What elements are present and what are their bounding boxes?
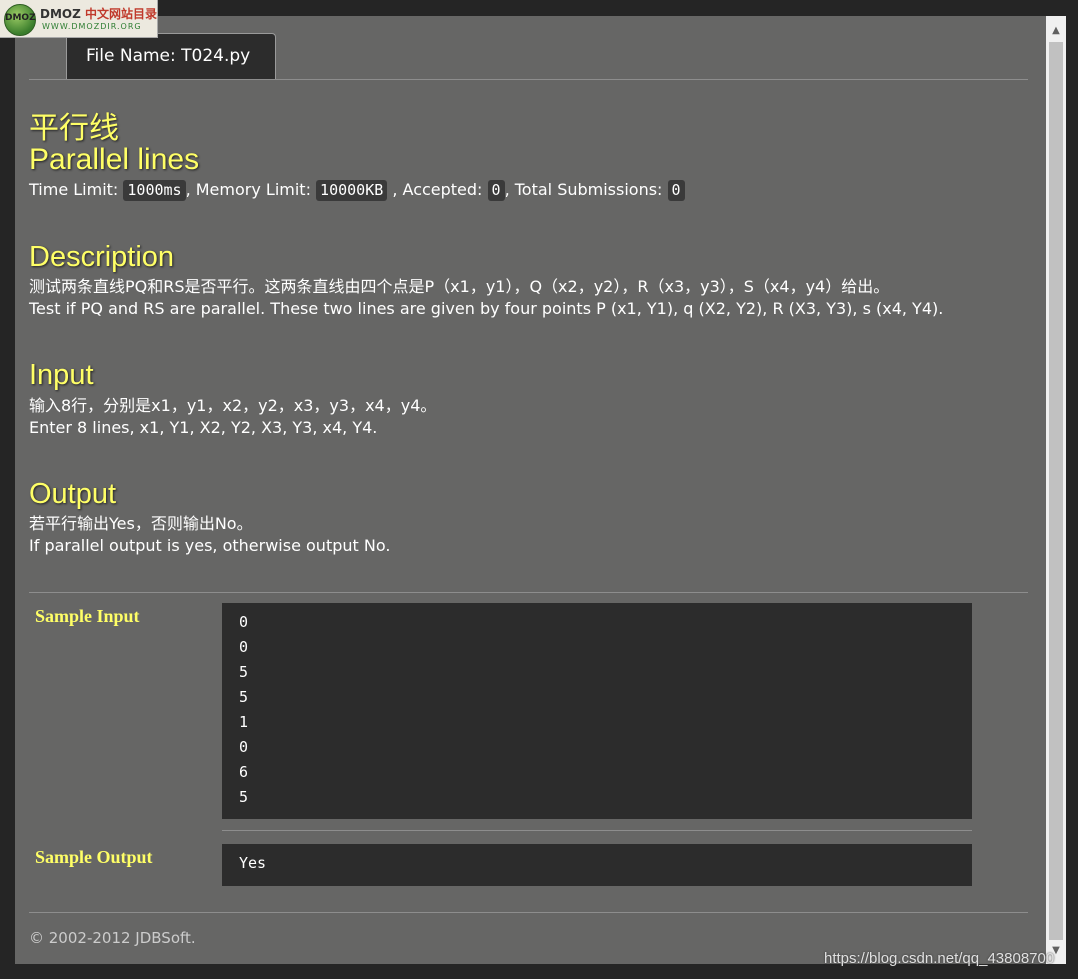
description-heading: Description: [29, 241, 175, 273]
sample-input-box[interactable]: 0 0 5 5 1 0 6 5: [222, 603, 972, 819]
sample-input-line: 5: [239, 788, 249, 806]
problem-window: File Name: T024.py 平行线 Parallel lines Ti…: [15, 16, 1046, 964]
sample-input-line: 6: [239, 763, 249, 781]
sample-output-box[interactable]: Yes: [222, 844, 972, 886]
dmoz-logo: DMOZ DMOZ 中文网站目录 WWW.DMOZDIR.ORG: [0, 0, 158, 38]
sample-input-line: 0: [239, 738, 249, 756]
logo-title-en: DMOZ: [40, 7, 81, 21]
input-text-en: Enter 8 lines, x1, Y1, X2, Y2, X3, Y3, x…: [29, 418, 378, 437]
sample-input-line: 5: [239, 663, 249, 681]
footer-copyright: © 2002-2012 JDBSoft.: [29, 929, 196, 947]
scroll-up-icon[interactable]: ▲: [1046, 22, 1066, 40]
memory-limit-label: , Memory Limit:: [185, 180, 317, 199]
accepted-value: 0: [487, 180, 505, 201]
time-limit-value: 1000ms: [123, 180, 186, 201]
logo-subtitle: WWW.DMOZDIR.ORG: [42, 22, 142, 31]
input-text-cn: 输入8行，分别是x1，y1，x2，y2，x3，y3，x4，y4。: [29, 396, 437, 415]
problem-title-cn: 平行线: [29, 112, 119, 145]
tab-divider: [29, 79, 1028, 80]
sample-input-line: 1: [239, 713, 249, 731]
output-text-en: If parallel output is yes, otherwise out…: [29, 536, 391, 555]
sample-divider: [29, 592, 1028, 593]
total-submissions-label: , Total Submissions:: [504, 180, 668, 199]
memory-limit-value: 10000KB: [316, 180, 388, 201]
problem-limits: Time Limit: 1000ms, Memory Limit: 10000K…: [29, 179, 685, 201]
globe-icon: DMOZ: [4, 4, 36, 36]
logo-title-cn: 中文网站目录: [85, 7, 158, 21]
file-name-tab[interactable]: File Name: T024.py: [66, 33, 276, 80]
sample-box-divider: [222, 830, 972, 831]
screen: File Name: T024.py 平行线 Parallel lines Ti…: [0, 0, 1078, 979]
output-text-cn: 若平行输出Yes，否则输出No。: [29, 514, 253, 533]
description-text-en: Test if PQ and RS are parallel. These tw…: [29, 299, 944, 318]
footer-divider: [29, 912, 1028, 913]
total-submissions-value: 0: [667, 180, 685, 201]
time-limit-label: Time Limit:: [29, 180, 124, 199]
sample-output-label: Sample Output: [35, 847, 153, 867]
sample-input-line: 5: [239, 688, 249, 706]
input-heading: Input: [29, 359, 94, 391]
sample-input-line: 0: [239, 613, 249, 631]
scroll-thumb[interactable]: [1049, 42, 1063, 940]
description-text-cn: 测试两条直线PQ和RS是否平行。这两条直线由四个点是P（x1，y1），Q（x2，…: [29, 277, 890, 296]
vertical-scrollbar[interactable]: ▲ ▼: [1046, 16, 1066, 964]
globe-icon-text: DMOZ: [5, 13, 36, 23]
csdn-watermark: https://blog.csdn.net/qq_43808700: [824, 950, 1055, 967]
sample-output-line: Yes: [239, 854, 267, 872]
accepted-label: , Accepted:: [387, 180, 488, 199]
logo-title: DMOZ 中文网站目录: [40, 5, 157, 22]
sample-input-line: 0: [239, 638, 249, 656]
problem-title-en: Parallel lines: [29, 143, 200, 176]
output-heading: Output: [29, 478, 117, 510]
sample-input-label: Sample Input: [35, 606, 140, 626]
